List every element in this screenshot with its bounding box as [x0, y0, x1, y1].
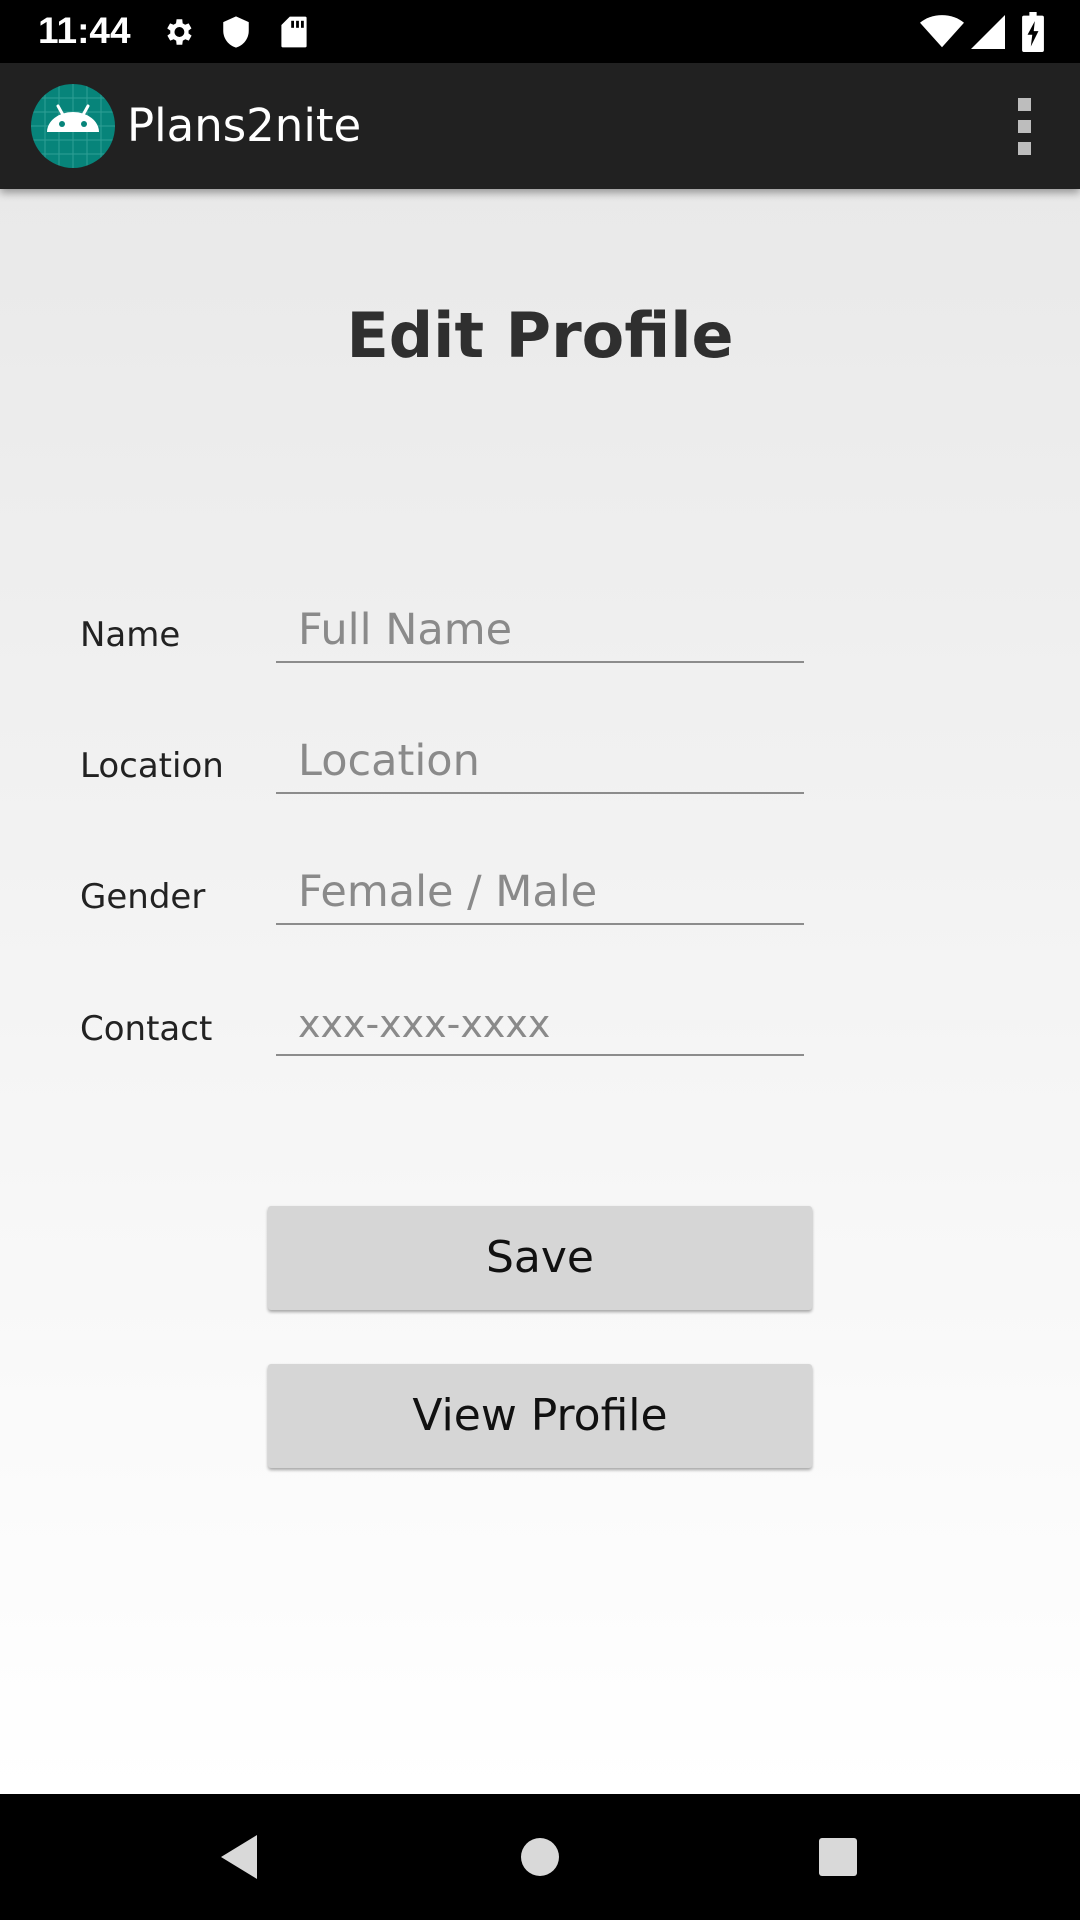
- gear-icon: [158, 0, 198, 63]
- navigation-bar: [0, 1794, 1080, 1920]
- android-robot-icon: [31, 84, 115, 168]
- app-bar: Plans2nite: [0, 63, 1080, 189]
- edit-profile-screen: Edit Profile Name Location Gender Contac…: [0, 189, 1080, 1794]
- home-icon[interactable]: [477, 1794, 603, 1920]
- back-icon[interactable]: [176, 1794, 302, 1920]
- gender-input[interactable]: [276, 861, 804, 925]
- status-bar: 11:44: [0, 0, 1080, 63]
- recents-icon[interactable]: [775, 1794, 901, 1920]
- location-input[interactable]: [276, 730, 804, 794]
- name-input[interactable]: [276, 599, 804, 663]
- view-profile-button[interactable]: View Profile: [268, 1364, 812, 1468]
- location-label: Location: [80, 746, 224, 786]
- shield-icon: [218, 0, 254, 63]
- gender-label: Gender: [80, 877, 206, 917]
- status-time: 11:44: [38, 10, 131, 51]
- battery-charging-icon: [1016, 0, 1050, 63]
- sd-card-icon: [276, 0, 312, 63]
- signal-icon: [968, 0, 1008, 63]
- wifi-icon: [918, 0, 966, 63]
- name-label: Name: [80, 615, 181, 655]
- contact-input[interactable]: [276, 992, 804, 1056]
- contact-label: Contact: [80, 1009, 213, 1049]
- save-button[interactable]: Save: [268, 1206, 812, 1310]
- app-title: Plans2nite: [127, 99, 362, 152]
- overflow-menu-icon[interactable]: [994, 90, 1054, 162]
- page-title: Edit Profile: [346, 299, 734, 372]
